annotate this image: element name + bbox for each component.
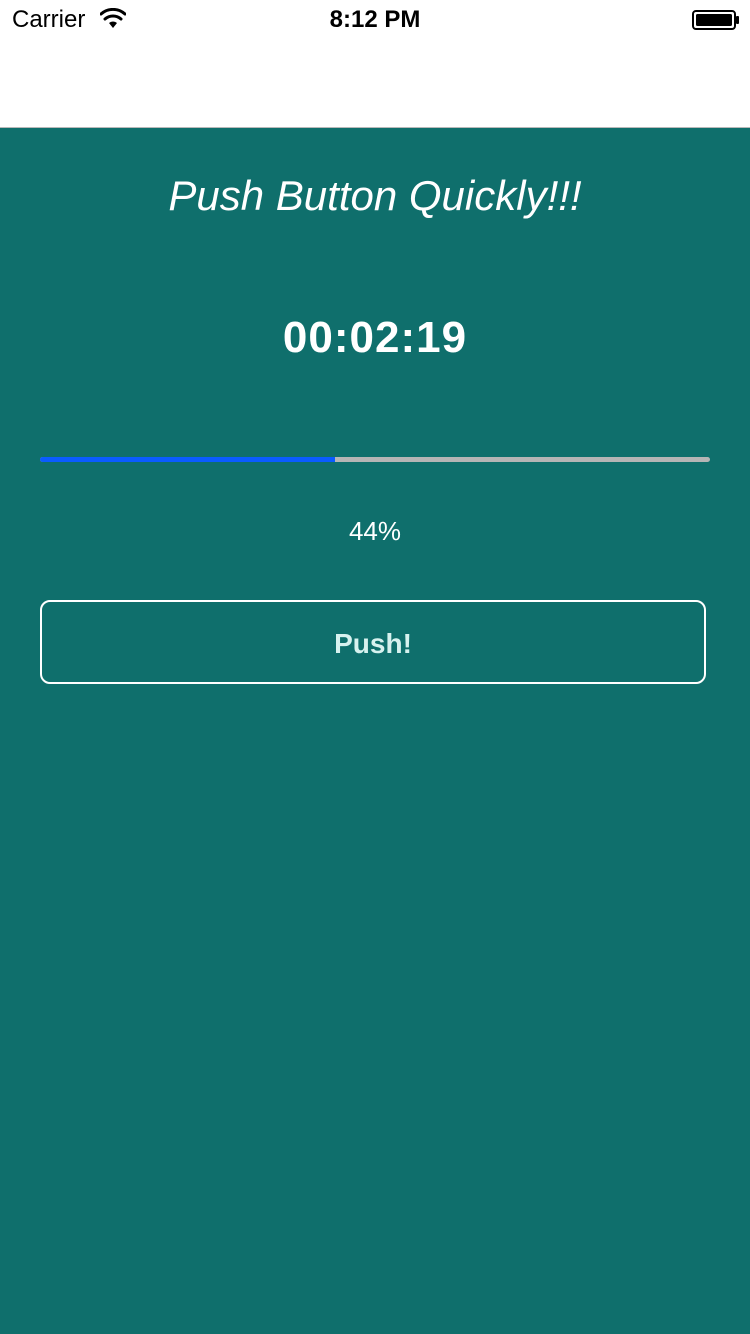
page-title: Push Button Quickly!!! xyxy=(168,172,582,219)
push-button[interactable]: Push! xyxy=(40,600,706,684)
elapsed-timer: 00:02:19 xyxy=(282,313,468,362)
status-bar: Carrier 8:12 PM xyxy=(0,0,750,40)
progress-bar xyxy=(40,457,710,462)
battery-icon xyxy=(692,10,739,30)
game-content: Push Button Quickly!!! 00:02:19 44% Push… xyxy=(0,128,750,1334)
app-screen: Carrier 8:12 PM Push Button Quickly!!! 0… xyxy=(0,0,750,1334)
progress-percent-label: 44% xyxy=(348,516,402,546)
navigation-bar xyxy=(0,40,750,128)
status-time: 8:12 PM xyxy=(329,6,421,33)
progress-fill xyxy=(40,457,335,462)
